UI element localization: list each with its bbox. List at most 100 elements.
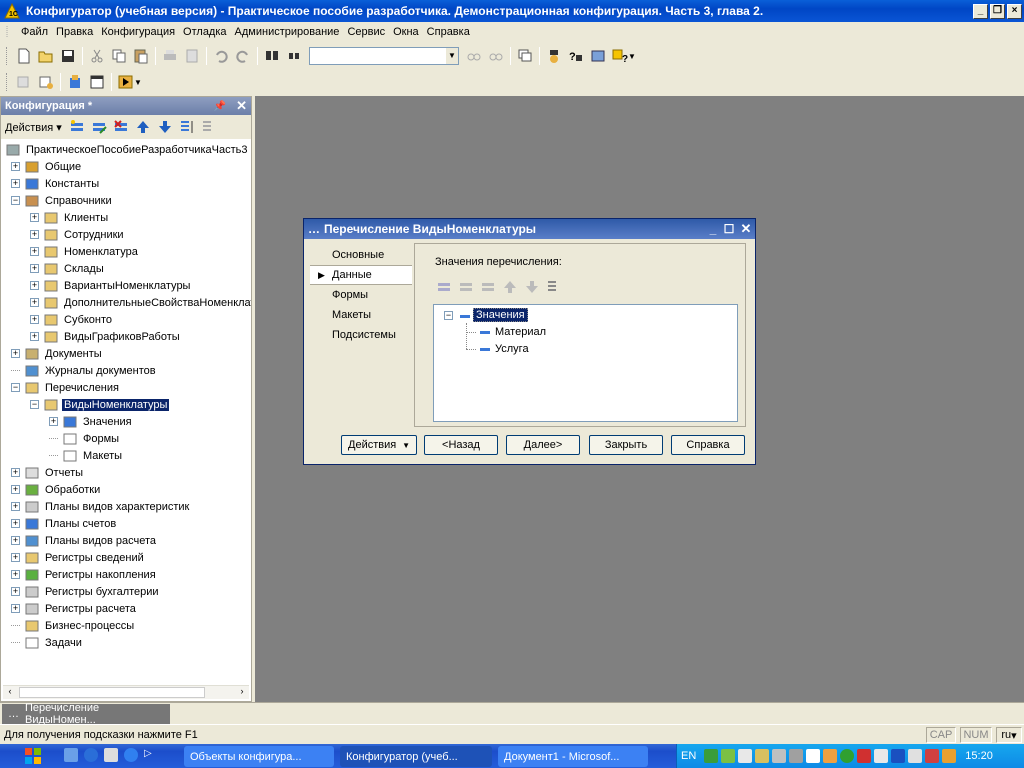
minimize-button[interactable]: _	[973, 3, 988, 19]
restore-button[interactable]: ❐	[990, 3, 1005, 19]
tree-item[interactable]: + Регистры бухгалтерии	[11, 583, 161, 600]
tree-item[interactable]: + Общие	[11, 158, 83, 175]
dialog-minimize-icon[interactable]: _	[705, 222, 721, 236]
help-search-icon[interactable]: ?	[565, 45, 587, 67]
tray-icon[interactable]	[874, 749, 889, 763]
tree-item[interactable]: − Справочники	[11, 192, 114, 209]
tray-icon[interactable]	[840, 749, 855, 763]
tray-icon[interactable]	[925, 749, 940, 763]
tree-item[interactable]: Бизнес-процессы	[11, 617, 136, 634]
expand-icon[interactable]: +	[30, 264, 39, 273]
edit-value-icon[interactable]	[455, 276, 477, 298]
expand-icon[interactable]: +	[11, 179, 20, 188]
tree-item[interactable]: + Регистры сведений	[11, 549, 146, 566]
dialog-close-icon[interactable]: ✕	[737, 221, 755, 237]
windows-icon[interactable]	[514, 45, 536, 67]
next-button[interactable]: Далее>	[506, 435, 580, 455]
tab-templates[interactable]: Макеты	[310, 305, 412, 325]
tray-lang[interactable]: EN	[681, 750, 696, 762]
syntax-assistant-icon[interactable]	[543, 45, 565, 67]
expand-icon[interactable]: +	[11, 570, 20, 579]
expand-icon[interactable]: +	[30, 230, 39, 239]
tree-item[interactable]: + ВариантыНоменклатуры	[30, 277, 192, 294]
tab-subsystems[interactable]: Подсистемы	[310, 325, 412, 345]
tray-icon[interactable]	[755, 749, 770, 763]
find-next-icon[interactable]	[283, 45, 305, 67]
collapse-icon[interactable]: −	[30, 400, 39, 409]
value-down-icon[interactable]	[521, 276, 543, 298]
tree-item[interactable]: − ВидыНоменклатуры	[30, 396, 170, 413]
tree-item[interactable]: Макеты	[49, 447, 124, 464]
scroll-left-icon[interactable]: ‹	[3, 686, 17, 699]
tray-icon[interactable]	[721, 749, 736, 763]
save-icon[interactable]	[57, 45, 79, 67]
find-icon[interactable]	[261, 45, 283, 67]
open-icon[interactable]	[35, 45, 57, 67]
tree-item[interactable]: + Номенклатура	[30, 243, 140, 260]
menu-help[interactable]: Справка	[423, 26, 474, 38]
quicklaunch-3-icon[interactable]	[104, 748, 118, 762]
copy-icon[interactable]	[108, 45, 130, 67]
preview-icon[interactable]	[181, 45, 203, 67]
tree-item[interactable]: + Значения	[49, 413, 134, 430]
tray-icon[interactable]	[823, 749, 838, 763]
expand-icon[interactable]: +	[30, 213, 39, 222]
tree-item[interactable]: + Сотрудники	[30, 226, 126, 243]
quicklaunch-4-icon[interactable]	[124, 748, 138, 762]
expand-icon[interactable]: +	[30, 315, 39, 324]
expand-icon[interactable]: +	[11, 485, 20, 494]
close-button[interactable]: Закрыть	[589, 435, 663, 455]
tree-item[interactable]: + ДополнительныеСвойстваНоменклатуры	[30, 294, 251, 311]
menu-configuration[interactable]: Конфигурация	[97, 26, 179, 38]
tab-forms[interactable]: Формы	[310, 285, 412, 305]
tree-item[interactable]: + Планы видов расчета	[11, 532, 158, 549]
dialog-maximize-icon[interactable]: ☐	[721, 222, 737, 236]
quicklaunch-more-icon[interactable]: ▷	[144, 748, 152, 762]
menu-administration[interactable]: Администрирование	[231, 26, 344, 38]
tab-data[interactable]: ▶ Данные	[310, 265, 412, 285]
tray-icon[interactable]	[942, 749, 957, 763]
taskbar-task-1[interactable]: Объекты конфигура...	[184, 746, 334, 767]
search-prev-icon[interactable]	[463, 45, 485, 67]
list-item[interactable]: Материал	[466, 324, 546, 340]
cut-icon[interactable]	[86, 45, 108, 67]
tree-item[interactable]: + Регистры накопления	[11, 566, 158, 583]
tree-item[interactable]: + Константы	[11, 175, 101, 192]
actions-menu[interactable]: Действия ▾	[5, 121, 62, 134]
expand-icon[interactable]: +	[11, 468, 20, 477]
scroll-right-icon[interactable]: ›	[235, 686, 249, 699]
config-update-icon[interactable]	[35, 71, 57, 93]
tree-item[interactable]: Формы	[49, 430, 121, 447]
expand-icon[interactable]: +	[11, 502, 20, 511]
window-tab[interactable]: … Перечисление ВидыНомен...	[2, 702, 170, 726]
actions-button[interactable]: Действия ▼	[341, 435, 417, 455]
tree-item[interactable]: + Обработки	[11, 481, 102, 498]
tree-item[interactable]: + Планы счетов	[11, 515, 118, 532]
values-root-node[interactable]: − Значения	[444, 307, 528, 323]
db-update-icon[interactable]	[64, 71, 86, 93]
collapse-icon[interactable]: −	[11, 196, 20, 205]
edit-icon[interactable]	[88, 116, 110, 138]
tray-icon[interactable]	[789, 749, 804, 763]
sort-icon[interactable]	[176, 116, 198, 138]
menu-debug[interactable]: Отладка	[179, 26, 230, 38]
expand-icon[interactable]: +	[30, 298, 39, 307]
close-window-button[interactable]: ×	[1007, 3, 1022, 19]
tree-item[interactable]: + Документы	[11, 345, 104, 362]
config-compare-icon[interactable]	[13, 71, 35, 93]
menu-edit[interactable]: Правка	[52, 26, 97, 38]
scroll-thumb[interactable]	[19, 687, 205, 698]
expand-icon[interactable]: +	[30, 247, 39, 256]
browser-icon[interactable]	[84, 748, 98, 762]
back-button[interactable]: <Назад	[424, 435, 498, 455]
tree-item[interactable]: + Планы видов характеристик	[11, 498, 191, 515]
window-config-icon[interactable]	[86, 71, 108, 93]
expand-icon[interactable]: +	[11, 349, 20, 358]
context-help-icon[interactable]: ? ▼	[609, 45, 639, 67]
search-input[interactable]: ▼	[309, 47, 459, 65]
config-tree[interactable]: ПрактическоеПособиеРазработчикаЧасть3 + Об…	[1, 139, 251, 679]
new-icon[interactable]	[13, 45, 35, 67]
expand-icon[interactable]: +	[11, 536, 20, 545]
tree-item[interactable]: + ВидыГрафиковРаботы	[30, 328, 182, 345]
horizontal-scrollbar[interactable]: ‹ ›	[3, 685, 249, 699]
